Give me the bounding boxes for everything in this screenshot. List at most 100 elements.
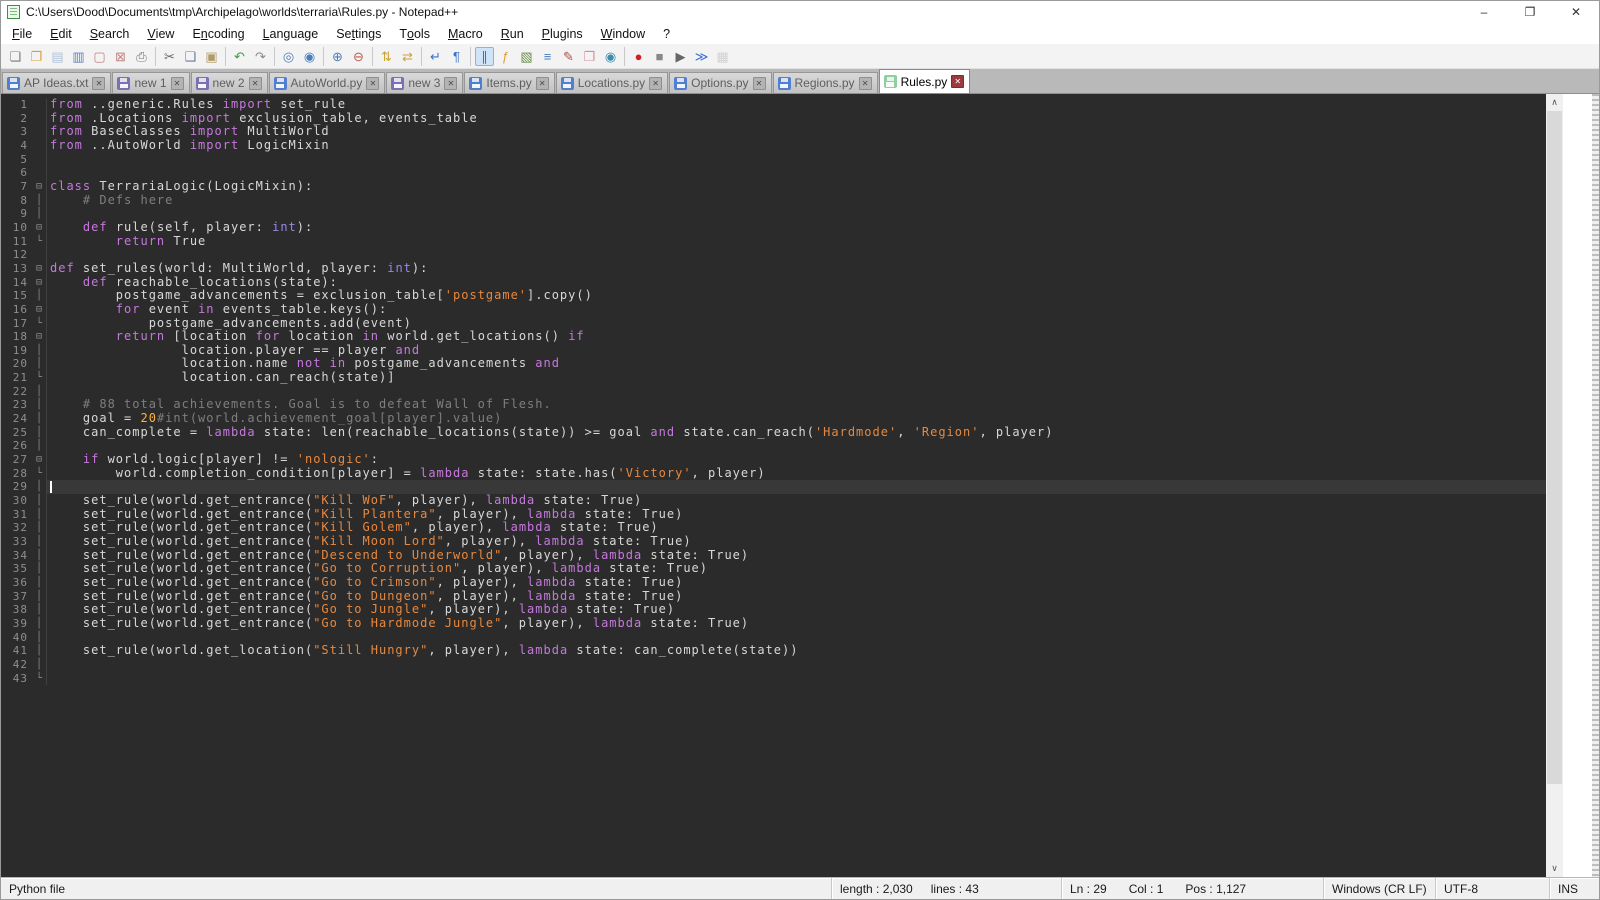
code-line-18[interactable]: 18⊟ return [location for location in wor… [1, 330, 1546, 344]
code-line-21[interactable]: 21└ location.can_reach(state)] [1, 371, 1546, 385]
tab-close-icon[interactable]: ✕ [249, 77, 262, 90]
stop-recording-icon[interactable]: ■ [650, 47, 669, 66]
menu-edit[interactable]: Edit [41, 23, 81, 44]
tab-close-icon[interactable]: ✕ [171, 77, 184, 90]
code-line-10[interactable]: 10⊟ def rule(self, player: int): [1, 221, 1546, 235]
code-line-33[interactable]: 33│ set_rule(world.get_entrance("Kill Mo… [1, 535, 1546, 549]
code-line-4[interactable]: 4from ..AutoWorld import LogicMixin [1, 139, 1546, 153]
new-file-icon[interactable]: ❏ [6, 47, 25, 66]
scrollbar-thumb[interactable] [1547, 111, 1562, 784]
scroll-down-arrow-icon[interactable]: ∨ [1546, 860, 1563, 877]
code-line-24[interactable]: 24│ goal = 20#int(world.achievement_goal… [1, 412, 1546, 426]
code-line-30[interactable]: 30│ set_rule(world.get_entrance("Kill Wo… [1, 494, 1546, 508]
code-line-25[interactable]: 25│ can_complete = lambda state: len(rea… [1, 426, 1546, 440]
minimize-button[interactable]: – [1461, 1, 1507, 23]
copy-icon[interactable]: ❑ [181, 47, 200, 66]
sync-horizontal-scroll-icon[interactable]: ⇄ [398, 47, 417, 66]
code-line-1[interactable]: 1from ..generic.Rules import set_rule [1, 98, 1546, 112]
code-line-41[interactable]: 41│ set_rule(world.get_location("Still H… [1, 644, 1546, 658]
document-map-icon[interactable]: ▧ [517, 47, 536, 66]
fold-marker-icon[interactable]: ⊟ [33, 453, 47, 467]
menu-settings[interactable]: Settings [327, 23, 390, 44]
open-file-icon[interactable]: ❐ [27, 47, 46, 66]
tab-close-icon[interactable]: ✕ [92, 77, 105, 90]
playback-icon[interactable]: ▶ [671, 47, 690, 66]
menu-search[interactable]: Search [81, 23, 139, 44]
code-line-15[interactable]: 15│ postgame_advancements = exclusion_ta… [1, 289, 1546, 303]
edge-marker-icon[interactable]: ✎ [559, 47, 578, 66]
print-icon[interactable]: ⎙ [132, 47, 151, 66]
fold-marker-icon[interactable]: ⊟ [33, 262, 47, 276]
tab-new-1[interactable]: new 1✕ [112, 72, 189, 93]
restore-button[interactable]: ❐ [1507, 1, 1553, 23]
menu-macro[interactable]: Macro [439, 23, 492, 44]
code-line-26[interactable]: 26│ [1, 439, 1546, 453]
sync-vertical-scroll-icon[interactable]: ⇅ [377, 47, 396, 66]
zoom-in-icon[interactable]: ⊕ [328, 47, 347, 66]
code-line-29[interactable]: 29│ [1, 480, 1546, 494]
fold-marker-icon[interactable]: ⊟ [33, 180, 47, 194]
code-line-5[interactable]: 5 [1, 153, 1546, 167]
scroll-up-arrow-icon[interactable]: ∧ [1546, 94, 1563, 111]
code-line-22[interactable]: 22│ [1, 385, 1546, 399]
run-macro-multiple-times-icon[interactable]: ≫ [692, 47, 711, 66]
code-line-11[interactable]: 11└ return True [1, 235, 1546, 249]
cut-icon[interactable]: ✂ [160, 47, 179, 66]
code-line-38[interactable]: 38│ set_rule(world.get_entrance("Go to J… [1, 603, 1546, 617]
code-line-20[interactable]: 20│ location.name not in postgame_advanc… [1, 357, 1546, 371]
word-wrap-icon[interactable]: ↵ [426, 47, 445, 66]
function-list-icon[interactable]: ƒ [496, 47, 515, 66]
code-line-36[interactable]: 36│ set_rule(world.get_entrance("Go to C… [1, 576, 1546, 590]
tab-ap-ideas-txt[interactable]: AP Ideas.txt✕ [2, 72, 111, 93]
code-line-35[interactable]: 35│ set_rule(world.get_entrance("Go to C… [1, 562, 1546, 576]
menu-view[interactable]: View [138, 23, 183, 44]
tab-close-icon[interactable]: ✕ [859, 77, 872, 90]
code-line-6[interactable]: 6 [1, 166, 1546, 180]
code-line-28[interactable]: 28└ world.completion_condition[player] =… [1, 467, 1546, 481]
tab-items-py[interactable]: Items.py✕ [464, 72, 554, 93]
menu-encoding[interactable]: Encoding [183, 23, 253, 44]
tab-close-icon[interactable]: ✕ [366, 77, 379, 90]
folder-as-workspace-icon[interactable]: ❒ [580, 47, 599, 66]
code-line-27[interactable]: 27⊟ if world.logic[player] != 'nologic': [1, 453, 1546, 467]
code-line-37[interactable]: 37│ set_rule(world.get_entrance("Go to D… [1, 590, 1546, 604]
fold-marker-icon[interactable]: ⊟ [33, 330, 47, 344]
menu-window[interactable]: Window [592, 23, 654, 44]
tab-autoworld-py[interactable]: AutoWorld.py✕ [269, 72, 386, 93]
tab-locations-py[interactable]: Locations.py✕ [556, 72, 668, 93]
menu-help[interactable]: ? [654, 23, 679, 44]
tab-close-icon[interactable]: ✕ [536, 77, 549, 90]
document-list-icon[interactable]: ≡ [538, 47, 557, 66]
code-line-3[interactable]: 3from BaseClasses import MultiWorld [1, 125, 1546, 139]
start-recording-icon[interactable]: ● [629, 47, 648, 66]
tab-close-icon[interactable]: ✕ [753, 77, 766, 90]
code-line-9[interactable]: 9│ [1, 207, 1546, 221]
show-all-characters-icon[interactable]: ¶ [447, 47, 466, 66]
save-recorded-macro-icon[interactable]: ▦ [713, 47, 732, 66]
menu-tools[interactable]: Tools [390, 23, 439, 44]
indent-guide-icon[interactable]: ∥ [475, 47, 494, 66]
fold-marker-icon[interactable]: ⊟ [33, 276, 47, 290]
find-icon[interactable]: ◎ [279, 47, 298, 66]
code-line-17[interactable]: 17└ postgame_advancements.add(event) [1, 317, 1546, 331]
tab-rules-py[interactable]: Rules.py✕ [879, 69, 971, 93]
close-button[interactable]: ✕ [1553, 1, 1599, 23]
replace-icon[interactable]: ◉ [300, 47, 319, 66]
code-line-39[interactable]: 39│ set_rule(world.get_entrance("Go to H… [1, 617, 1546, 631]
tab-close-icon[interactable]: ✕ [649, 77, 662, 90]
monitoring-icon[interactable]: ◉ [601, 47, 620, 66]
code-line-16[interactable]: 16⊟ for event in events_table.keys(): [1, 303, 1546, 317]
tab-new-3[interactable]: new 3✕ [386, 72, 463, 93]
code-line-8[interactable]: 8│ # Defs here [1, 194, 1546, 208]
fold-marker-icon[interactable]: ⊟ [33, 303, 47, 317]
code-line-42[interactable]: 42│ [1, 658, 1546, 672]
code-line-34[interactable]: 34│ set_rule(world.get_entrance("Descend… [1, 549, 1546, 563]
code-line-19[interactable]: 19│ location.player == player and [1, 344, 1546, 358]
tab-new-2[interactable]: new 2✕ [191, 72, 268, 93]
menu-language[interactable]: Language [254, 23, 328, 44]
save-all-icon[interactable]: ▥ [69, 47, 88, 66]
vertical-scrollbar[interactable]: ∧ ∨ [1546, 94, 1563, 877]
code-line-32[interactable]: 32│ set_rule(world.get_entrance("Kill Go… [1, 521, 1546, 535]
close-all-icon[interactable]: ⊠ [111, 47, 130, 66]
code-line-7[interactable]: 7⊟class TerrariaLogic(LogicMixin): [1, 180, 1546, 194]
